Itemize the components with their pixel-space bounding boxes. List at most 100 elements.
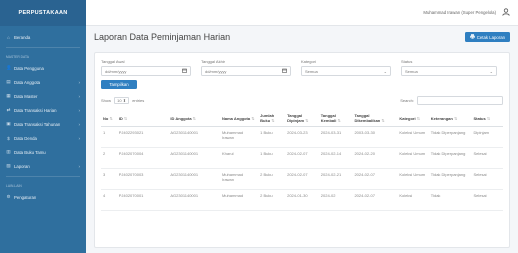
table-cell: Selesai <box>471 189 503 211</box>
user-icon[interactable] <box>502 7 510 18</box>
sort-icon: ⇅ <box>192 115 197 121</box>
table-cell: AG2301140001 <box>168 126 220 148</box>
sidebar-item-data-transaksi-tahunan[interactable]: ▣ Data Transaksi Tahunan › <box>0 117 86 131</box>
database-icon: ▦ <box>6 93 11 98</box>
column-header[interactable]: Kategori ⇅ <box>397 110 429 127</box>
guestbook-icon: ▥ <box>6 149 11 154</box>
column-header[interactable]: Tanggal Kembali ⇅ <box>318 110 353 127</box>
end-date-input[interactable]: dd/mm/yyyy <box>201 66 291 76</box>
sidebar-item-data-anggota[interactable]: ▤ Data Anggota › <box>0 75 86 89</box>
table-cell: Tidak <box>428 189 472 211</box>
column-header[interactable]: No ⇅ <box>101 110 117 127</box>
table-cell: 1 Buku <box>258 126 286 148</box>
user-name[interactable]: Muhammad Irawan (Super Pengelola) <box>423 10 496 15</box>
sidebar: PERPUSTAKAAN ⌂ Beranda MASTER DATA 👤 Data… <box>0 0 86 253</box>
sort-icon: ⇅ <box>251 115 255 121</box>
sort-icon: ⇅ <box>486 115 491 121</box>
table-cell: 1 Buku <box>258 147 286 169</box>
table-cell: 2024-02-14 <box>318 147 353 169</box>
brand-logo[interactable]: PERPUSTAKAAN <box>0 0 86 26</box>
sidebar-item-label: Laporan <box>14 163 30 169</box>
column-header[interactable]: Nama Anggota ⇅ <box>220 110 259 127</box>
table-cell: PJ402070003 <box>116 168 169 190</box>
table-cell: 2 Buku <box>258 189 286 211</box>
chevron-right-icon: › <box>78 163 81 169</box>
sort-icon: ⇅ <box>453 115 458 121</box>
status-label: Status <box>401 59 413 64</box>
show-label: Show <box>101 98 112 103</box>
search-input[interactable] <box>417 96 503 105</box>
table-cell: 2024-02-21 <box>318 168 353 190</box>
chevron-right-icon: › <box>78 107 81 113</box>
table-cell: 4 <box>101 189 117 211</box>
table-cell: Selesai <box>471 147 503 169</box>
sidebar-section-master: MASTER DATA <box>6 55 29 59</box>
sidebar-item-label: Data Buku Tamu <box>14 149 46 155</box>
table-row[interactable]: 2 PJ402070004 AG2301140001 Kharul 1 Buku 2024… <box>101 147 503 169</box>
sidebar-item-beranda[interactable]: ⌂ Beranda <box>0 30 86 44</box>
column-header[interactable]: Tanggal Dikembalikan ⇅ <box>352 110 398 127</box>
report-icon: ▧ <box>6 163 11 168</box>
sidebar-item-label: Data Pengguna <box>14 65 44 71</box>
sort-icon: ⇅ <box>416 115 421 121</box>
topbar: Muhammad Irawan (Super Pengelola) <box>86 0 518 26</box>
main-content: Laporan Data Peminjaman Harian Cetak Lap… <box>86 26 518 253</box>
status-value: Semua <box>405 68 418 74</box>
column-header[interactable]: Status ⇅ <box>471 110 503 127</box>
table-cell: 2024-02-07 <box>285 168 319 190</box>
sidebar-item-data-transaksi-harian[interactable]: ⇄ Data Transaksi Harian › <box>0 103 86 117</box>
table-row[interactable]: 4 PJ402070001 AG2301140001 Muhammad 2 Buku 20… <box>101 189 503 211</box>
money-icon: $ <box>7 135 10 141</box>
category-value: Semua <box>305 68 318 74</box>
printer-icon <box>470 34 475 40</box>
calendar-icon: ▣ <box>6 121 11 126</box>
sidebar-item-label: Pengaturan <box>14 194 37 200</box>
category-label: Kategori <box>301 59 316 64</box>
calendar-icon <box>282 68 287 74</box>
column-header[interactable]: Tanggal Dipinjam ⇅ <box>285 110 319 127</box>
table-cell: Dipinjam <box>471 126 503 148</box>
print-report-label: Cetak Laporan <box>476 34 505 40</box>
table-cell: AG2301140001 <box>168 168 220 190</box>
users-icon: 👤 <box>6 65 12 70</box>
sidebar-item-data-buku-tamu[interactable]: ▥ Data Buku Tamu <box>0 145 86 159</box>
table-cell: Muhammad <box>220 189 259 211</box>
sidebar-divider <box>6 47 80 48</box>
start-date-label: Tanggal Awal <box>101 59 125 64</box>
status-select[interactable]: Semua ⌄ <box>401 66 497 76</box>
sort-icon: ⇅ <box>271 118 275 123</box>
table-row[interactable]: 1 PJ402293021 AG2301140001 Muhammad Irawan 1… <box>101 126 503 148</box>
apply-filter-button[interactable]: Tampilkan <box>101 80 137 89</box>
end-date-label: Tanggal Akhir <box>201 59 226 64</box>
table-cell: 2024-02-20 <box>352 147 398 169</box>
column-header[interactable]: ID ⇅ <box>116 110 169 127</box>
sort-icon: ⇅ <box>381 118 385 123</box>
sidebar-item-laporan[interactable]: ▧ Laporan › <box>0 159 86 173</box>
table-cell: 2024-02-07 <box>285 147 319 169</box>
sidebar-item-label: Beranda <box>14 34 31 40</box>
column-header[interactable]: Keterangan ⇅ <box>428 110 472 127</box>
sort-icon: ⇅ <box>123 115 128 121</box>
sidebar-item-label: Data Transaksi Harian <box>14 107 57 113</box>
print-report-button[interactable]: Cetak Laporan <box>464 32 510 42</box>
table-cell: Tidak Diperpanjang <box>428 126 472 148</box>
sidebar-item-pengaturan[interactable]: ⚙ Pengaturan <box>0 190 86 204</box>
start-date-input[interactable]: dd/mm/yyyy <box>101 66 191 76</box>
entries-label: entries <box>132 98 145 103</box>
sidebar-item-data-pengguna[interactable]: 👤 Data Pengguna <box>0 61 86 75</box>
table-cell: 2003-03-30 <box>352 126 398 148</box>
report-card: Tanggal Awal dd/mm/yyyy Tanggal Akhir dd… <box>94 52 510 248</box>
table-row[interactable]: 3 PJ402070003 AG2301140001 Muhammad Irawan 2… <box>101 168 503 190</box>
page-length-select[interactable]: 10 ⬍ <box>114 97 130 104</box>
category-select[interactable]: Semua ⌄ <box>301 66 391 76</box>
table-cell: Tidak Diperpanjang <box>428 168 472 190</box>
table-cell: Koleksi Umum <box>397 147 429 169</box>
sidebar-section-other: LAIN-LAIN <box>6 184 22 188</box>
sidebar-item-data-denda[interactable]: $ Data Denda › <box>0 131 86 145</box>
sidebar-item-data-master[interactable]: ▦ Data Master › <box>0 89 86 103</box>
chevron-right-icon: › <box>78 93 81 99</box>
column-header[interactable]: ID Anggota ⇅ <box>168 110 220 127</box>
column-header[interactable]: Jumlah Buku ⇅ <box>258 110 286 127</box>
calendar-icon <box>182 68 187 74</box>
table-cell: Koleksi Umum <box>397 168 429 190</box>
